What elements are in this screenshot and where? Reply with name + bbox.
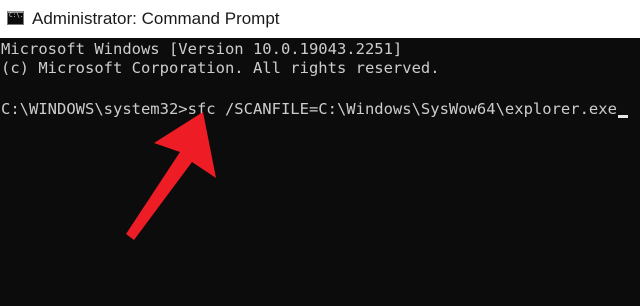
red-arrow-icon	[126, 112, 216, 240]
arrow-shape	[126, 112, 216, 240]
title-bar[interactable]: C:\. Administrator: Command Prompt	[0, 0, 640, 38]
command-line[interactable]: C:\WINDOWS\system32>sfc /SCANFILE=C:\Win…	[1, 99, 628, 120]
command-text: C:\WINDOWS\system32>sfc /SCANFILE=C:\Win…	[1, 100, 617, 118]
command-prompt-window: C:\. Administrator: Command Prompt Micro…	[0, 0, 640, 306]
console-line-copyright: (c) Microsoft Corporation. All rights re…	[1, 59, 440, 77]
icon-glyph: C:\.	[9, 12, 24, 19]
console-output[interactable]: Microsoft Windows [Version 10.0.19043.22…	[0, 38, 640, 306]
text-cursor	[617, 115, 628, 118]
console-line-version: Microsoft Windows [Version 10.0.19043.22…	[1, 40, 403, 58]
window-title: Administrator: Command Prompt	[32, 9, 280, 28]
command-prompt-icon: C:\.	[7, 11, 24, 25]
